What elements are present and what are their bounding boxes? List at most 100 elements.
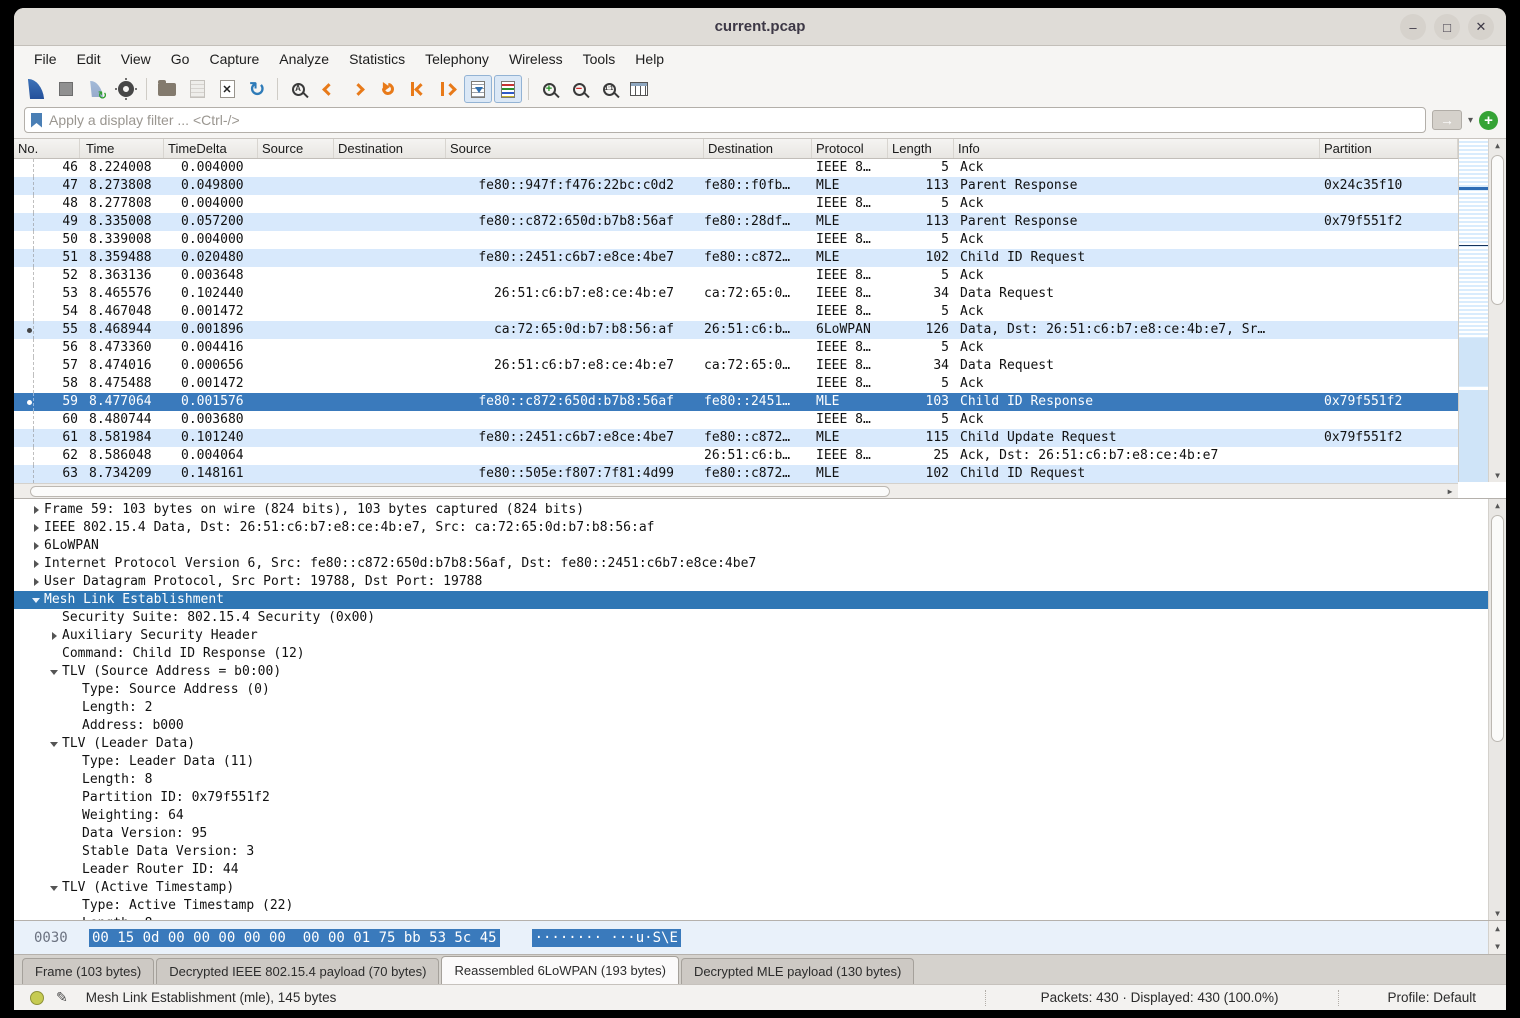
packet-row[interactable]: 62 8.586048 0.004064 26:51:c6:b… IEEE 8…… bbox=[14, 447, 1458, 465]
detail-line[interactable]: Leader Router ID: 44 bbox=[14, 861, 1488, 879]
go-back-icon[interactable] bbox=[314, 75, 342, 103]
add-filter-button[interactable]: + bbox=[1479, 111, 1498, 130]
titlebar[interactable]: current.pcap – □ ✕ bbox=[14, 8, 1506, 46]
go-last-packet-icon[interactable] bbox=[434, 75, 462, 103]
zoom-in-icon[interactable]: + bbox=[535, 75, 563, 103]
packet-list-vscrollbar[interactable]: ▲ ▼ bbox=[1488, 139, 1506, 482]
menu-item-analyze[interactable]: Analyze bbox=[269, 48, 339, 70]
open-file-icon[interactable] bbox=[153, 75, 181, 103]
menu-item-telephony[interactable]: Telephony bbox=[415, 48, 499, 70]
detail-line[interactable]: Command: Child ID Response (12) bbox=[14, 645, 1488, 663]
auto-scroll-icon[interactable] bbox=[464, 75, 492, 103]
expander-icon[interactable] bbox=[28, 578, 44, 586]
vscroll-thumb[interactable] bbox=[1491, 155, 1504, 305]
display-filter-input[interactable]: Apply a display filter ... <Ctrl-/> bbox=[24, 107, 1426, 133]
detail-line[interactable]: Weighting: 64 bbox=[14, 807, 1488, 825]
col-header-dest2[interactable]: Destination bbox=[704, 139, 812, 158]
col-header-source2[interactable]: Source bbox=[446, 139, 704, 158]
go-to-packet-icon[interactable] bbox=[374, 75, 402, 103]
detail-line[interactable]: Auxiliary Security Header bbox=[14, 627, 1488, 645]
packet-row[interactable]: 50 8.339008 0.004000 IEEE 8… 5 Ack bbox=[14, 231, 1458, 249]
col-header-protocol[interactable]: Protocol bbox=[812, 139, 888, 158]
detail-line[interactable]: Stable Data Version: 3 bbox=[14, 843, 1488, 861]
hscroll-thumb[interactable] bbox=[30, 486, 890, 497]
packet-row[interactable]: 48 8.277808 0.004000 IEEE 8… 5 Ack bbox=[14, 195, 1458, 213]
expander-icon[interactable] bbox=[28, 560, 44, 568]
col-header-timedelta[interactable]: TimeDelta bbox=[164, 139, 258, 158]
apply-filter-button[interactable]: → bbox=[1432, 110, 1462, 130]
menu-item-view[interactable]: View bbox=[111, 48, 161, 70]
capture-options-icon[interactable] bbox=[112, 75, 140, 103]
detail-line[interactable]: Frame 59: 103 bytes on wire (824 bits), … bbox=[14, 501, 1488, 519]
scroll-up-arrow[interactable]: ▲ bbox=[1489, 501, 1506, 510]
menu-item-statistics[interactable]: Statistics bbox=[339, 48, 415, 70]
col-header-dest1[interactable]: Destination bbox=[334, 139, 446, 158]
byte-view-tab[interactable]: Frame (103 bytes) bbox=[22, 958, 154, 984]
hex-dump-pane[interactable]: 0030 00 15 0d 00 00 00 00 00 00 00 01 75… bbox=[14, 920, 1506, 954]
detail-line[interactable]: TLV (Active Timestamp) bbox=[14, 879, 1488, 897]
packet-list-header[interactable]: No. Time TimeDelta Source Destination So… bbox=[14, 139, 1458, 159]
menu-item-edit[interactable]: Edit bbox=[67, 48, 111, 70]
close-file-icon[interactable]: ✕ bbox=[213, 75, 241, 103]
capture-comment-icon[interactable]: ✎ bbox=[56, 990, 68, 1006]
detail-line[interactable]: Security Suite: 802.15.4 Security (0x00) bbox=[14, 609, 1488, 627]
colorize-icon[interactable] bbox=[494, 75, 522, 103]
packet-row[interactable]: 60 8.480744 0.003680 IEEE 8… 5 Ack bbox=[14, 411, 1458, 429]
go-forward-icon[interactable] bbox=[344, 75, 372, 103]
packet-row[interactable]: 46 8.224008 0.004000 IEEE 8… 5 Ack bbox=[14, 159, 1458, 177]
packet-row[interactable]: 56 8.473360 0.004416 IEEE 8… 5 Ack bbox=[14, 339, 1458, 357]
detail-line[interactable]: Mesh Link Establishment bbox=[14, 591, 1488, 609]
detail-line[interactable]: TLV (Source Address = b0:00) bbox=[14, 663, 1488, 681]
packet-row[interactable]: 57 8.474016 0.000656 26:51:c6:b7:e8:ce:4… bbox=[14, 357, 1458, 375]
detail-line[interactable]: Partition ID: 0x79f551f2 bbox=[14, 789, 1488, 807]
packet-list-hscrollbar[interactable]: ▶ bbox=[14, 483, 1458, 498]
col-header-source1[interactable]: Source bbox=[258, 139, 334, 158]
scroll-down-arrow[interactable]: ▼ bbox=[1489, 909, 1506, 918]
packet-row[interactable]: 59 8.477064 0.001576 fe80::c872:650d:b7b… bbox=[14, 393, 1458, 411]
scroll-down-arrow[interactable]: ▼ bbox=[1489, 471, 1506, 480]
col-header-info[interactable]: Info bbox=[954, 139, 1320, 158]
packet-minimap[interactable] bbox=[1458, 139, 1488, 482]
packet-row[interactable]: 52 8.363136 0.003648 IEEE 8… 5 Ack bbox=[14, 267, 1458, 285]
status-profile[interactable]: Profile: Default bbox=[1339, 990, 1506, 1005]
expander-icon[interactable] bbox=[46, 742, 62, 747]
restart-capture-icon[interactable]: ↻ bbox=[82, 75, 110, 103]
detail-line[interactable]: Type: Leader Data (11) bbox=[14, 753, 1488, 771]
detail-line[interactable]: User Datagram Protocol, Src Port: 19788,… bbox=[14, 573, 1488, 591]
col-header-partition[interactable]: Partition bbox=[1320, 139, 1458, 158]
detail-line[interactable]: Address: b000 bbox=[14, 717, 1488, 735]
scroll-down-arrow[interactable]: ▼ bbox=[1495, 942, 1500, 951]
col-header-no[interactable]: No. bbox=[14, 139, 80, 158]
hex-ascii-selected[interactable]: ········ ···u·S\E bbox=[532, 929, 681, 947]
start-capture-icon[interactable] bbox=[22, 75, 50, 103]
detail-line[interactable]: IEEE 802.15.4 Data, Dst: 26:51:c6:b7:e8:… bbox=[14, 519, 1488, 537]
go-first-packet-icon[interactable] bbox=[404, 75, 432, 103]
save-file-icon[interactable] bbox=[183, 75, 211, 103]
expert-info-icon[interactable] bbox=[30, 991, 44, 1005]
detail-line[interactable]: Type: Active Timestamp (22) bbox=[14, 897, 1488, 915]
find-packet-icon[interactable]: A bbox=[284, 75, 312, 103]
filter-dropdown-caret[interactable]: ▾ bbox=[1468, 115, 1473, 126]
packet-row[interactable]: 63 8.734209 0.148161 fe80::505e:f807:7f8… bbox=[14, 465, 1458, 483]
packet-row[interactable]: 58 8.475488 0.001472 IEEE 8… 5 Ack bbox=[14, 375, 1458, 393]
details-vscroll-thumb[interactable] bbox=[1491, 515, 1504, 742]
hscroll-right-arrow[interactable]: ▶ bbox=[1442, 484, 1458, 498]
menu-item-capture[interactable]: Capture bbox=[199, 48, 269, 70]
expander-icon[interactable] bbox=[46, 886, 62, 891]
menu-item-help[interactable]: Help bbox=[625, 48, 674, 70]
scroll-up-arrow[interactable]: ▲ bbox=[1495, 924, 1500, 933]
packet-row[interactable]: 55 8.468944 0.001896 ca:72:65:0d:b7:b8:5… bbox=[14, 321, 1458, 339]
menu-item-wireless[interactable]: Wireless bbox=[499, 48, 573, 70]
minimize-button[interactable]: – bbox=[1400, 14, 1426, 40]
details-vscrollbar[interactable]: ▲ ▼ bbox=[1488, 499, 1506, 920]
col-header-length[interactable]: Length bbox=[888, 139, 954, 158]
byte-view-tab[interactable]: Decrypted IEEE 802.15.4 payload (70 byte… bbox=[156, 958, 439, 984]
hex-vscrollbar[interactable]: ▲ ▼ bbox=[1488, 921, 1506, 954]
col-header-time[interactable]: Time bbox=[80, 139, 164, 158]
packet-row[interactable]: 49 8.335008 0.057200 fe80::c872:650d:b7b… bbox=[14, 213, 1458, 231]
detail-line[interactable]: Type: Source Address (0) bbox=[14, 681, 1488, 699]
maximize-button[interactable]: □ bbox=[1434, 14, 1460, 40]
byte-view-tab[interactable]: Decrypted MLE payload (130 bytes) bbox=[681, 958, 914, 984]
expander-icon[interactable] bbox=[28, 542, 44, 550]
detail-line[interactable]: TLV (Leader Data) bbox=[14, 735, 1488, 753]
